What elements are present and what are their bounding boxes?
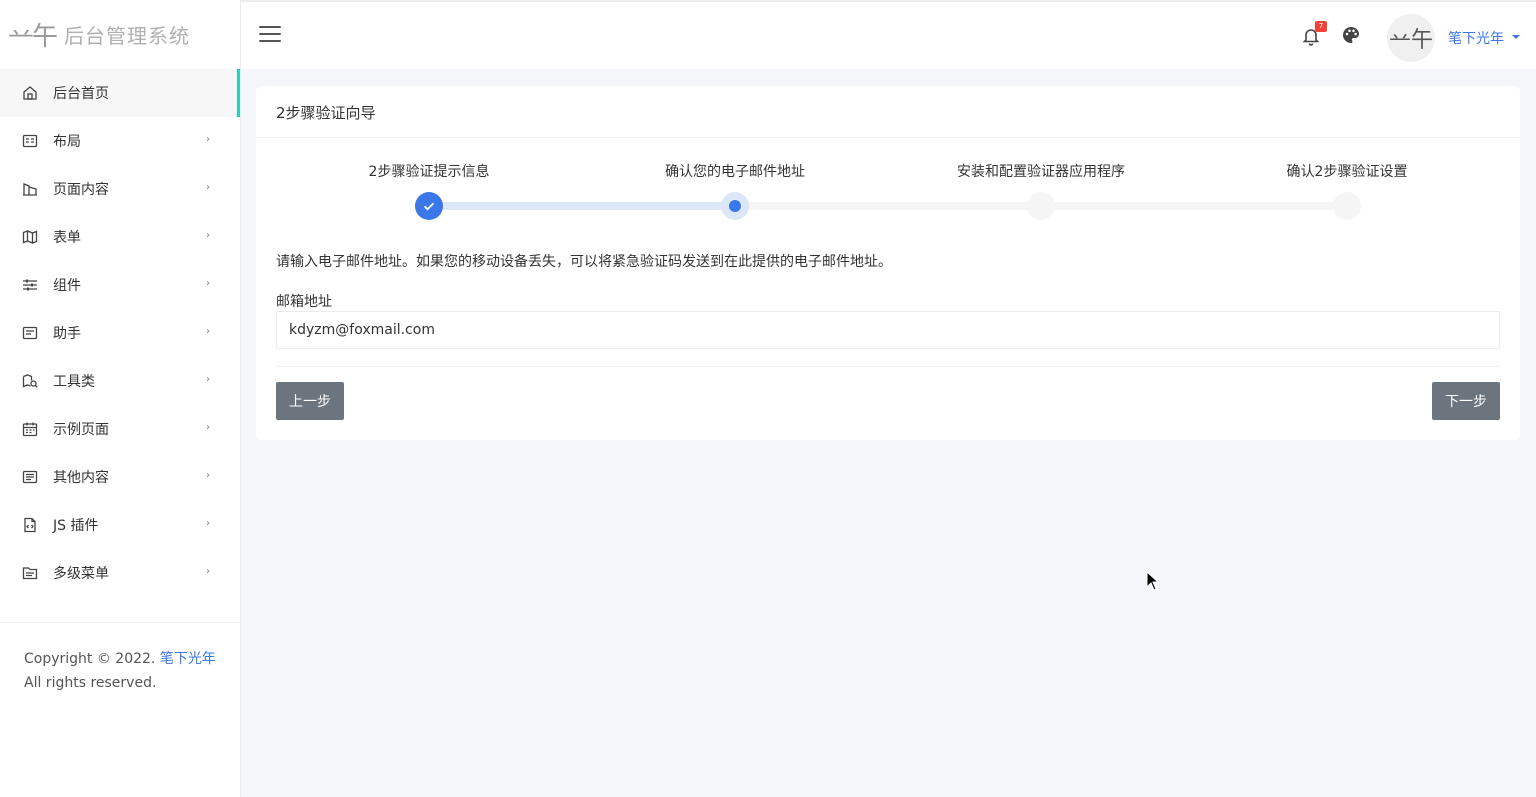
notification-badge: 7: [1315, 21, 1327, 32]
chevron-right-icon: ›: [206, 470, 210, 481]
sidebar-item-label: 其他内容: [53, 470, 109, 486]
brand-logo[interactable]: 䒑午 后台管理系统: [0, 0, 240, 69]
card-title: 2步骤验证向导: [256, 86, 1520, 138]
sidebar-item-label: 页面内容: [53, 182, 109, 198]
sidebar-item-label: 组件: [53, 278, 81, 294]
next-button[interactable]: 下一步: [1432, 382, 1500, 420]
sidebar-item-helpers[interactable]: 助手 ›: [0, 309, 240, 357]
user-menu-name[interactable]: 笔下光年: [1448, 28, 1504, 48]
chevron-right-icon: ›: [206, 326, 210, 337]
email-label: 邮箱地址: [276, 294, 332, 310]
card-icon: [22, 325, 38, 341]
wizard-card: 2步骤验证向导 2步骤验证提示信息 确认您的电子邮件地址 安装和配置验证器应用程…: [256, 86, 1520, 440]
email-field[interactable]: [276, 311, 1500, 349]
sidebar-item-layout[interactable]: 布局 ›: [0, 117, 240, 165]
chevron-right-icon: ›: [206, 374, 210, 385]
chevron-right-icon: ›: [206, 230, 210, 241]
sidebar-item-label: 多级菜单: [53, 566, 109, 582]
sidebar-footer: Copyright © 2022. 笔下光年 All rights reserv…: [0, 622, 240, 695]
layout-icon: [22, 133, 38, 149]
step-dot-4[interactable]: [1333, 192, 1361, 220]
sidebar-item-utilities[interactable]: 工具类 ›: [0, 357, 240, 405]
sidebar-item-home[interactable]: 后台首页: [0, 69, 240, 117]
top-header: 7 䒑午 笔下光年: [241, 0, 1536, 69]
sidebar-item-multilevel[interactable]: 多级菜单 ›: [0, 549, 240, 597]
step-label-1[interactable]: 2步骤验证提示信息: [369, 161, 490, 181]
sidebar: 䒑午 后台管理系统 后台首页 布局 › 页面内容 › 表单 › 组件 › 助手 …: [0, 0, 241, 797]
sidebar-item-label: 助手: [53, 326, 81, 342]
divider: [276, 366, 1500, 367]
chevron-right-icon: ›: [206, 134, 210, 145]
chevron-right-icon: ›: [206, 278, 210, 289]
prev-button[interactable]: 上一步: [276, 382, 344, 420]
palette-icon[interactable]: [1341, 25, 1361, 45]
mouse-cursor-icon: [1146, 571, 1160, 591]
sidebar-item-components[interactable]: 组件 ›: [0, 261, 240, 309]
sidebar-item-other[interactable]: 其他内容 ›: [0, 453, 240, 501]
calendar-icon: [22, 421, 38, 437]
pages-icon: [22, 181, 38, 197]
sidebar-item-label: 工具类: [53, 374, 95, 390]
tool-icon: [22, 373, 38, 389]
logo-title: 后台管理系统: [64, 23, 191, 48]
sidebar-item-label: 示例页面: [53, 422, 109, 438]
step-dot-2[interactable]: [721, 192, 749, 220]
copyright-suffix: All rights reserved.: [24, 675, 157, 691]
sidebar-item-label: 表单: [53, 230, 81, 246]
copyright-text: Copyright © 2022.: [24, 651, 156, 667]
sidebar-item-forms[interactable]: 表单 ›: [0, 213, 240, 261]
sidebar-item-label: 后台首页: [53, 86, 109, 102]
sidebar-item-label: JS 插件: [53, 518, 99, 534]
sliders-icon: [22, 277, 38, 293]
logo-mark: 䒑午: [8, 21, 58, 52]
sidebar-nav: 后台首页 布局 › 页面内容 › 表单 › 组件 › 助手 › 工具类 › 示例…: [0, 69, 240, 597]
list-icon: [22, 469, 38, 485]
step-description: 请输入电子邮件地址。如果您的移动设备丢失，可以将紧急验证码发送到在此提供的电子邮…: [276, 254, 892, 270]
caret-down-icon[interactable]: [1512, 35, 1520, 39]
sidebar-item-pages[interactable]: 页面内容 ›: [0, 165, 240, 213]
progress-track: [429, 202, 1347, 210]
chevron-right-icon: ›: [206, 518, 210, 529]
home-icon: [22, 85, 38, 101]
footer-author-link[interactable]: 笔下光年: [160, 651, 216, 667]
step-label-4[interactable]: 确认2步骤验证设置: [1287, 161, 1408, 181]
sidebar-item-label: 布局: [53, 134, 81, 150]
sidebar-item-js-plugins[interactable]: JS 插件 ›: [0, 501, 240, 549]
step-label-2[interactable]: 确认您的电子邮件地址: [665, 161, 805, 181]
map-icon: [22, 229, 38, 245]
menu-toggle-icon[interactable]: [259, 26, 281, 44]
code-file-icon: [22, 517, 38, 533]
chevron-right-icon: ›: [206, 566, 210, 577]
check-icon: [423, 202, 435, 211]
progress-fill: [429, 202, 735, 210]
step-dot-3[interactable]: [1027, 192, 1055, 220]
step-dot-1[interactable]: [415, 192, 443, 220]
chevron-right-icon: ›: [206, 422, 210, 433]
folder-icon: [22, 565, 38, 581]
step-label-3[interactable]: 安装和配置验证器应用程序: [957, 161, 1125, 181]
chevron-right-icon: ›: [206, 182, 210, 193]
avatar[interactable]: 䒑午: [1387, 14, 1435, 62]
sidebar-item-examples[interactable]: 示例页面 ›: [0, 405, 240, 453]
